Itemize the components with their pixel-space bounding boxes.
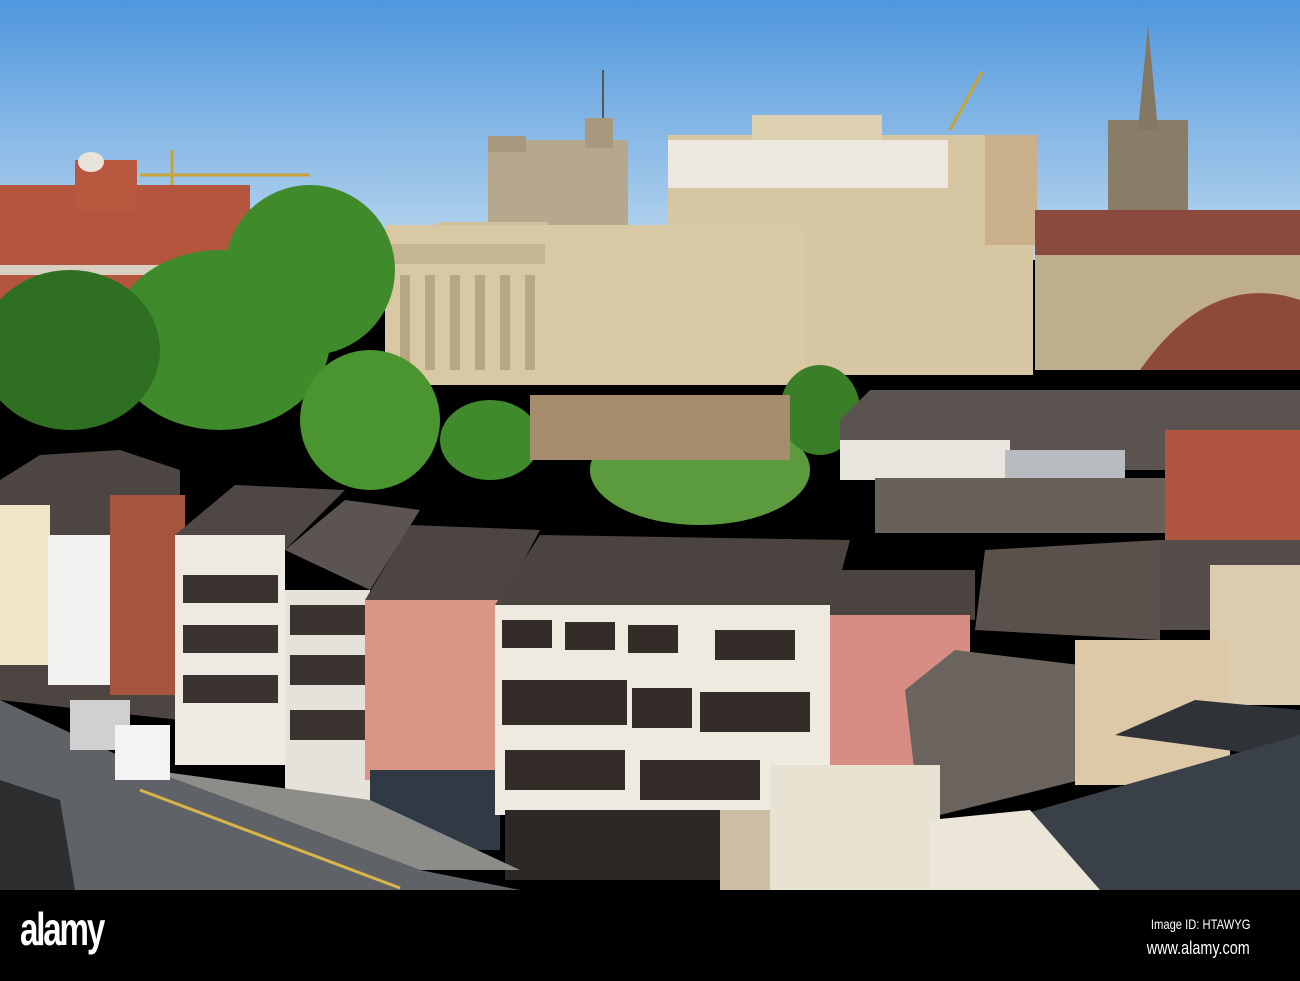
- image-id: Image ID: HTAWYG: [1150, 916, 1250, 932]
- alamy-logo: alamy: [20, 903, 105, 955]
- website-link: www.alamy.com: [1147, 938, 1250, 958]
- watermark-bar: alamy Image ID: HTAWYG www.alamy.com: [0, 890, 1300, 981]
- moot-hall-court: [385, 222, 805, 385]
- mid-rooftops: [840, 390, 1300, 540]
- castle-wall: [530, 395, 790, 460]
- photo: [0, 0, 1300, 890]
- white-terrace: [0, 450, 185, 720]
- railway-viaduct: [1035, 210, 1300, 370]
